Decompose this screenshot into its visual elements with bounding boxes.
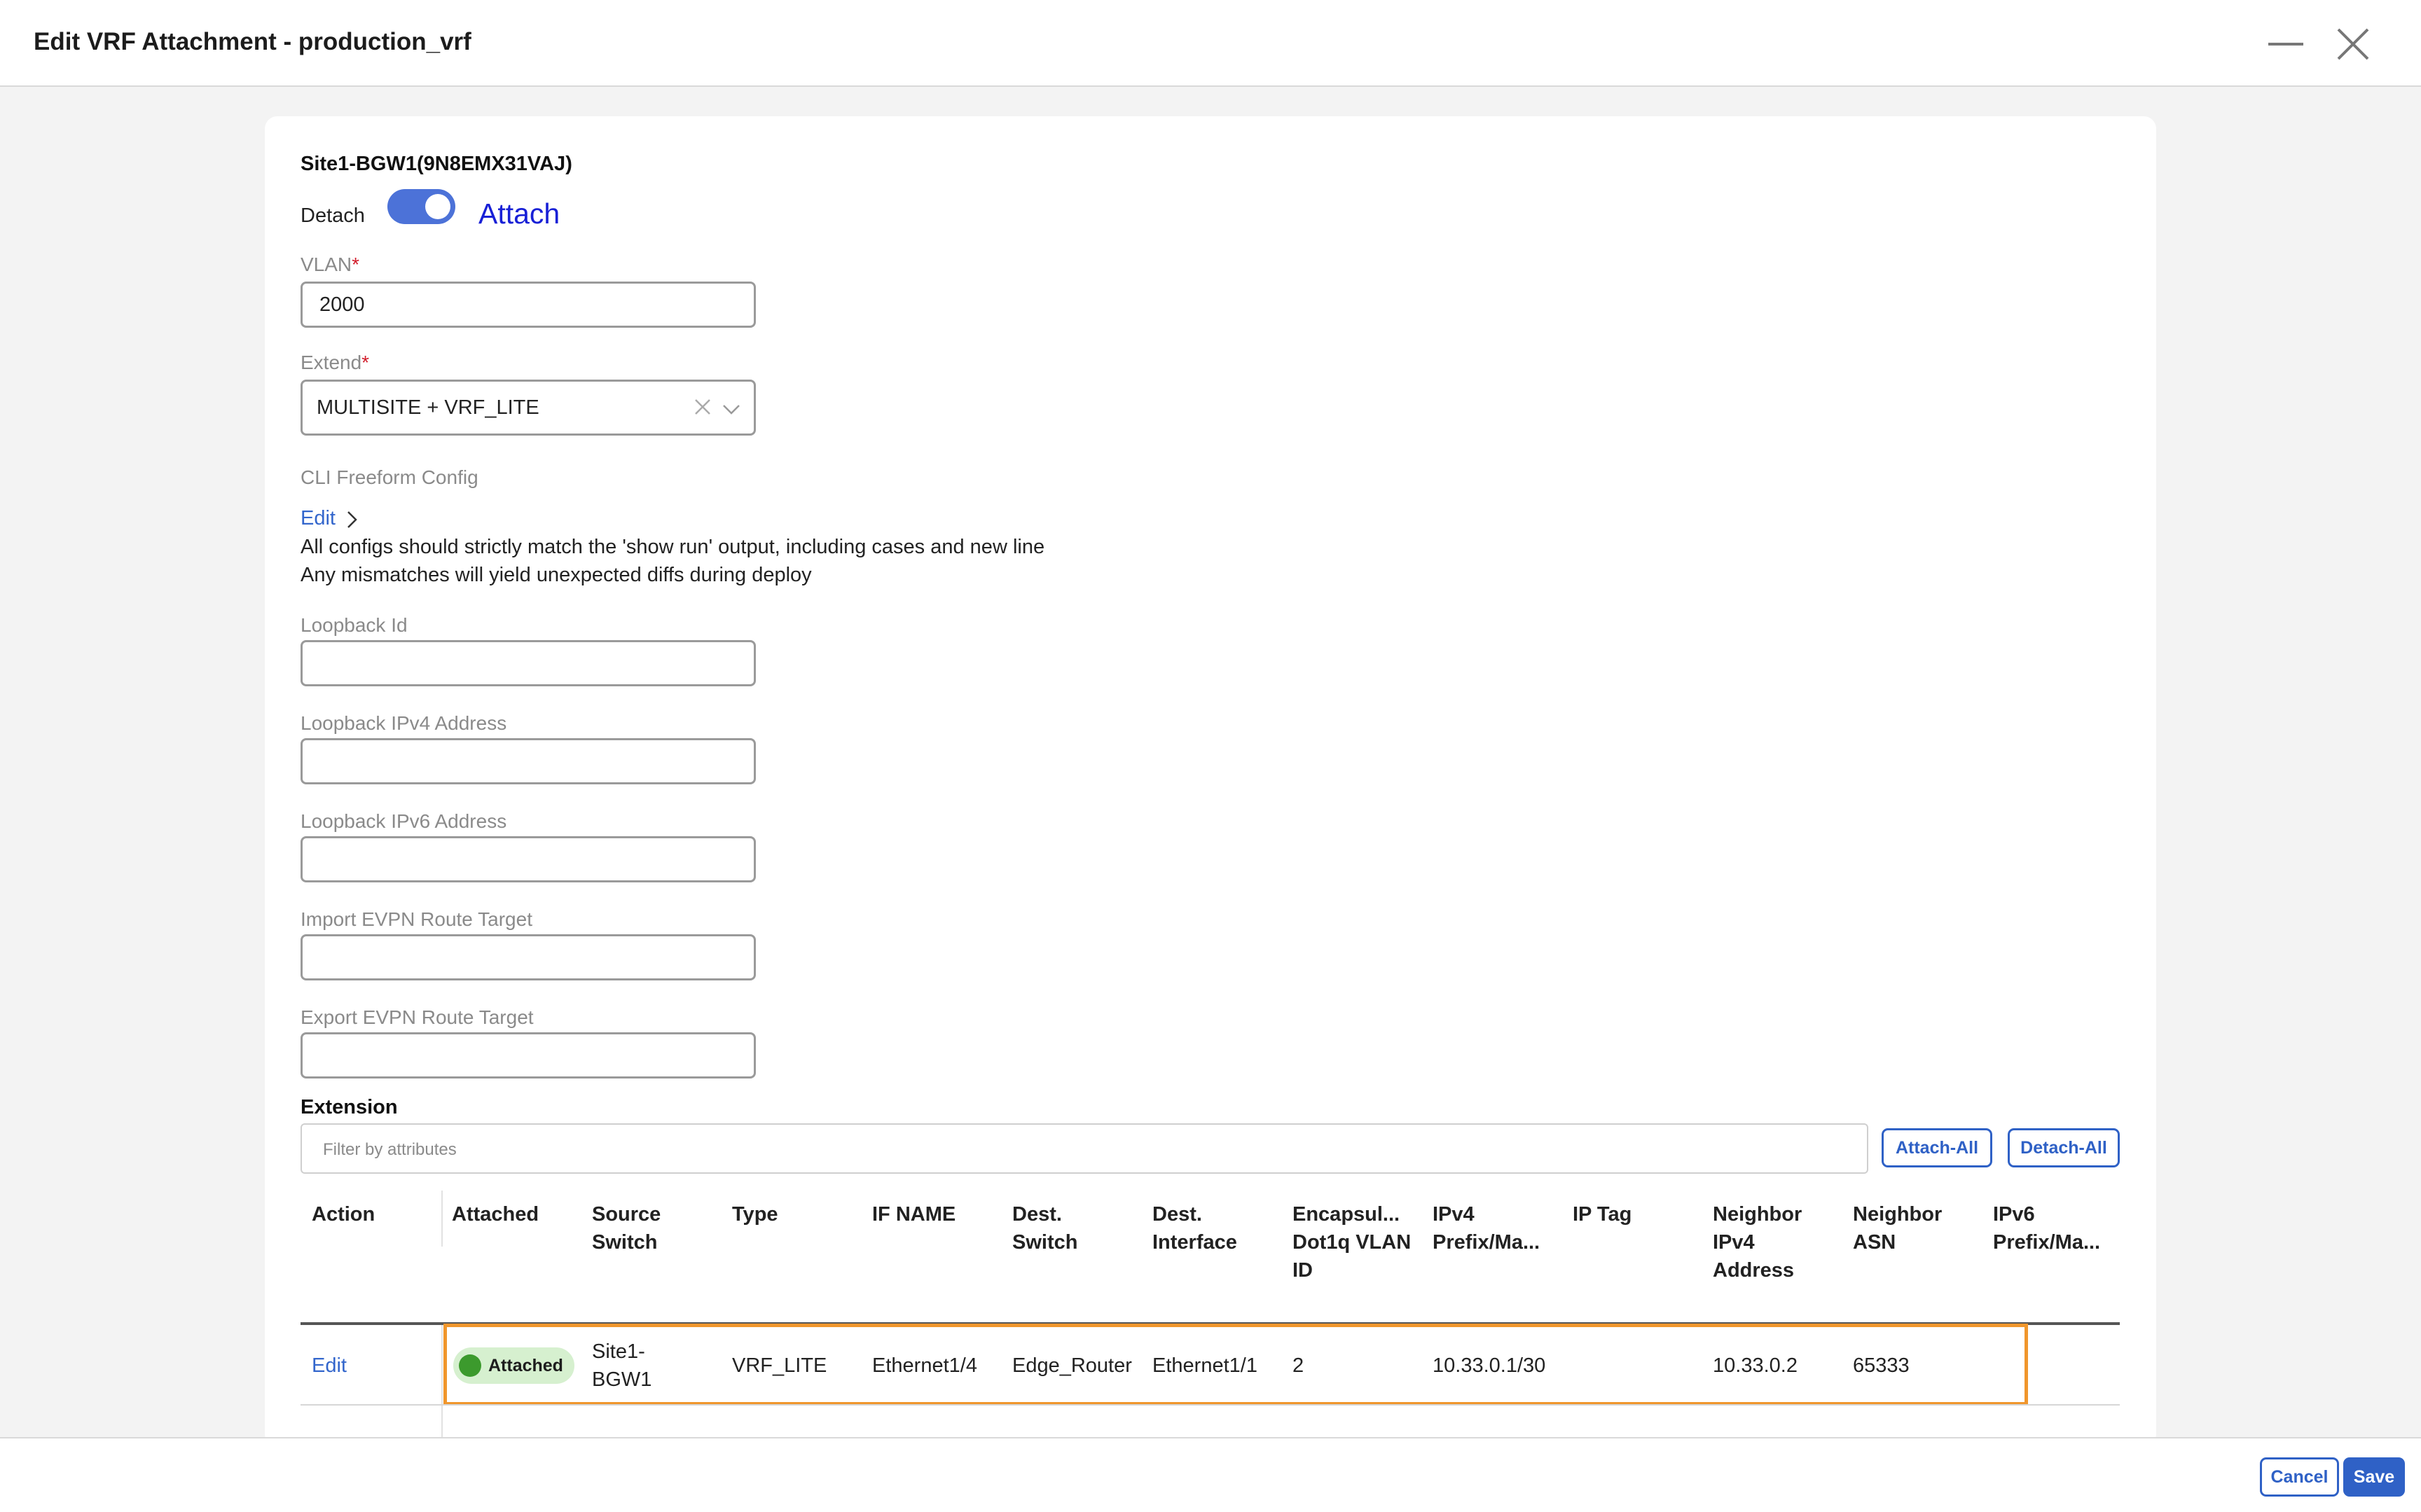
cell-dest-interface: Ethernet1/1 xyxy=(1152,1354,1257,1377)
close-icon xyxy=(2337,28,2369,60)
column-divider xyxy=(441,1325,443,1437)
cli-freeform-label: CLI Freeform Config xyxy=(301,466,478,488)
col-header-if-name[interactable]: IF NAME xyxy=(872,1200,998,1228)
loopback-ipv4-input[interactable] xyxy=(301,738,756,784)
col-header-dest-interface[interactable]: Dest. Interface xyxy=(1152,1200,1264,1256)
col-header-dest-switch[interactable]: Dest. Switch xyxy=(1012,1200,1110,1256)
extend-label: Extend* xyxy=(301,352,369,374)
table-row-divider xyxy=(301,1404,2120,1406)
col-header-attached[interactable]: Attached xyxy=(452,1200,578,1228)
col-header-encapsulation[interactable]: Encapsul... Dot1q VLAN ID xyxy=(1292,1200,1412,1284)
export-rt-input[interactable] xyxy=(301,1032,756,1078)
detach-all-button[interactable]: Detach-All xyxy=(2008,1128,2120,1167)
clear-icon[interactable] xyxy=(694,398,712,416)
close-button[interactable] xyxy=(2330,21,2376,67)
extension-title: Extension xyxy=(301,1096,398,1118)
col-header-neighbor-asn[interactable]: Neighbor ASN xyxy=(1853,1200,1958,1256)
cell-ipv4-prefix: 10.33.0.1/30 xyxy=(1433,1354,1546,1377)
cell-type: VRF_LITE xyxy=(732,1354,827,1377)
attach-label: Attach xyxy=(478,197,560,230)
status-badge: Attached xyxy=(453,1347,574,1384)
vlan-label: VLAN* xyxy=(301,254,359,276)
col-header-source-switch[interactable]: Source Switch xyxy=(592,1200,697,1256)
dialog-header: Edit VRF Attachment - production_vrf xyxy=(0,0,2421,87)
required-mark: * xyxy=(361,352,370,373)
filter-input[interactable]: Filter by attributes xyxy=(301,1123,1868,1174)
vlan-label-text: VLAN xyxy=(301,254,352,275)
col-header-ipv4-prefix[interactable]: IPv4 Prefix/Ma... xyxy=(1433,1200,1552,1256)
cell-neighbor-ipv4: 10.33.0.2 xyxy=(1713,1354,1798,1377)
attach-toggle[interactable] xyxy=(387,189,455,224)
loopback-ipv6-label: Loopback IPv6 Address xyxy=(301,810,507,832)
cell-if-name: Ethernet1/4 xyxy=(872,1354,977,1377)
row-edit-link[interactable]: Edit xyxy=(312,1352,347,1380)
filter-placeholder: Filter by attributes xyxy=(323,1140,457,1159)
col-header-neighbor-ipv4[interactable]: Neighbor IPv4 Address xyxy=(1713,1200,1818,1284)
save-button[interactable]: Save xyxy=(2343,1457,2405,1497)
minimize-icon xyxy=(2268,43,2303,46)
loopback-id-input[interactable] xyxy=(301,640,756,686)
device-title: Site1-BGW1(9N8EMX31VAJ) xyxy=(301,153,572,175)
extend-select[interactable]: MULTISITE + VRF_LITE xyxy=(301,380,756,436)
col-header-ipv6-prefix[interactable]: IPv6 Prefix/Ma... xyxy=(1993,1200,2112,1256)
status-badge-label: Attached xyxy=(488,1355,563,1375)
toggle-knob xyxy=(425,194,450,219)
minimize-button[interactable] xyxy=(2263,21,2309,67)
dialog-footer xyxy=(0,1437,2421,1512)
detach-label: Detach xyxy=(301,204,365,227)
col-header-ip-tag[interactable]: IP Tag xyxy=(1573,1200,1699,1228)
col-header-type[interactable]: Type xyxy=(732,1200,858,1228)
cell-encapsulation: 2 xyxy=(1292,1354,1304,1377)
import-rt-label: Import EVPN Route Target xyxy=(301,908,532,930)
chevron-right-icon[interactable] xyxy=(345,509,359,530)
cell-source-switch: Site1-BGW1 xyxy=(592,1340,652,1391)
attach-all-button[interactable]: Attach-All xyxy=(1882,1128,1992,1167)
import-rt-input[interactable] xyxy=(301,934,756,980)
cli-note-line-2: Any mismatches will yield unexpected dif… xyxy=(301,564,812,586)
chevron-down-icon[interactable] xyxy=(722,399,741,419)
cli-note-line-1: All configs should strictly match the 's… xyxy=(301,536,1045,558)
cli-freeform-edit-link[interactable]: Edit xyxy=(301,507,336,530)
cancel-button[interactable]: Cancel xyxy=(2260,1457,2339,1497)
loopback-id-label: Loopback Id xyxy=(301,614,408,636)
status-dot xyxy=(459,1354,481,1377)
column-divider xyxy=(441,1191,443,1247)
col-header-action[interactable]: Action xyxy=(312,1200,424,1228)
export-rt-label: Export EVPN Route Target xyxy=(301,1006,534,1028)
loopback-ipv4-label: Loopback IPv4 Address xyxy=(301,712,507,734)
dialog-title: Edit VRF Attachment - production_vrf xyxy=(34,28,471,55)
loopback-ipv6-input[interactable] xyxy=(301,836,756,882)
required-mark: * xyxy=(352,254,360,275)
vlan-input[interactable] xyxy=(301,282,756,328)
extend-select-value: MULTISITE + VRF_LITE xyxy=(317,396,539,419)
extend-label-text: Extend xyxy=(301,352,362,373)
cell-dest-switch: Edge_Router xyxy=(1012,1354,1132,1377)
cell-neighbor-asn: 65333 xyxy=(1853,1354,1910,1377)
